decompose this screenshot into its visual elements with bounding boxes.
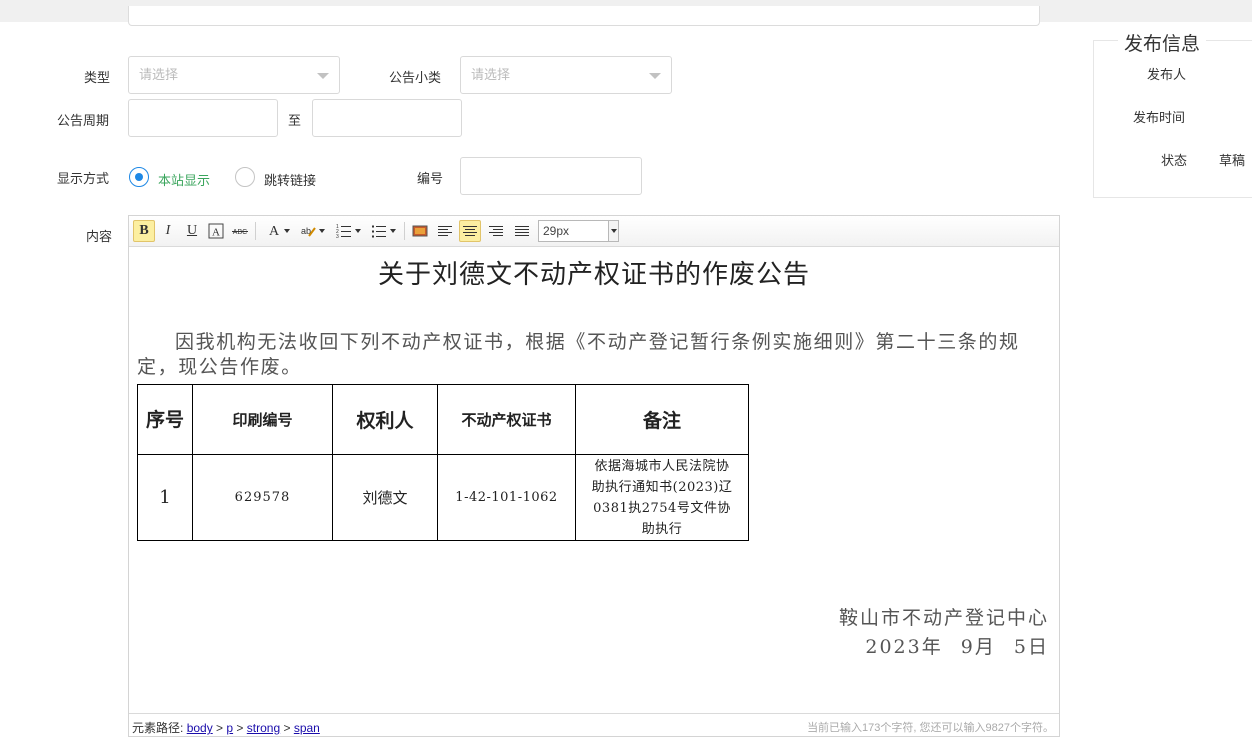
- font-size-select[interactable]: 29px: [538, 220, 619, 242]
- editor-statusbar: 元素路径: body > p > strong > span 当前已输入173个…: [129, 713, 1059, 736]
- chevron-down-icon: [317, 73, 329, 79]
- path-link-body[interactable]: body: [187, 721, 213, 735]
- toolbar-divider: [255, 222, 256, 240]
- cell-remark: 依据海城市人民法院协助执行通知书(2023)辽0381执2754号文件协助执行: [575, 454, 749, 541]
- signature-date: 2023年 9月 5日: [865, 636, 1049, 658]
- document-signature: 鞍山市不动产登记中心 2023年 9月 5日: [839, 604, 1049, 662]
- svg-text:A: A: [212, 227, 220, 239]
- font-color-button[interactable]: A: [262, 220, 294, 242]
- path-link-span[interactable]: span: [294, 721, 320, 735]
- radio-local-display-label[interactable]: 本站显示: [158, 170, 210, 189]
- certificate-table: 序号 印刷编号 权利人 不动产权证书 备注 1 629578 刘德文 1-42-…: [137, 384, 749, 541]
- document-title: 关于刘德文不动产权证书的作废公告: [377, 260, 810, 290]
- publish-time-label: 发布时间: [1133, 110, 1186, 125]
- align-right-icon: [489, 226, 503, 236]
- subtype-label: 公告小类: [389, 70, 442, 85]
- strikethrough-icon: ABC: [232, 229, 248, 236]
- editor-toolbar: B I U A ABC A ab 123 29px: [129, 216, 1059, 247]
- document-paragraph: 因我机构无法收回下列不动产权证书，根据《不动产登记暂行条例实施细则》第二十三条的…: [137, 331, 1020, 378]
- highlight-button[interactable]: ab: [296, 220, 328, 242]
- align-right-button[interactable]: [485, 220, 507, 242]
- align-left-button[interactable]: [434, 220, 456, 242]
- subtype-select-placeholder: 请选择: [471, 67, 511, 82]
- ordered-list-button[interactable]: 123: [332, 220, 364, 242]
- unordered-list-button[interactable]: [367, 220, 399, 242]
- publisher-label: 发布人: [1147, 67, 1187, 82]
- svg-text:ABC: ABC: [233, 229, 247, 236]
- image-icon: [412, 225, 428, 237]
- header-index: 序号: [137, 384, 193, 455]
- editor-content[interactable]: 关于刘德文不动产权证书的作废公告 因我机构无法收回下列不动产权证书，根据《不动产…: [129, 248, 1059, 713]
- cell-print-number: 629578: [192, 454, 333, 541]
- radio-redirect-link-label[interactable]: 跳转链接: [264, 170, 316, 189]
- svg-text:3: 3: [336, 234, 339, 239]
- underline-button[interactable]: U: [181, 220, 203, 242]
- chevron-down-icon: [649, 73, 661, 79]
- header-owner: 权利人: [332, 384, 438, 455]
- header-print-number: 印刷编号: [192, 384, 333, 455]
- cell-index: 1: [137, 454, 193, 541]
- radio-local-display[interactable]: [129, 167, 149, 187]
- strikethrough-button[interactable]: ABC: [229, 220, 251, 242]
- period-separator: 至: [288, 113, 302, 128]
- rich-text-editor[interactable]: B I U A ABC A ab 123 29px 关于刘德文不动产权证书的作废…: [128, 215, 1060, 737]
- cell-owner: 刘德文: [332, 454, 438, 541]
- font-border-button[interactable]: A: [205, 220, 227, 242]
- align-left-icon: [438, 226, 452, 236]
- align-center-button[interactable]: [459, 220, 481, 242]
- status-value: 草稿: [1219, 153, 1246, 168]
- highlight-icon: ab: [300, 226, 316, 237]
- svg-text:A: A: [268, 224, 279, 239]
- align-justify-icon: [515, 226, 529, 236]
- content-label: 内容: [86, 229, 113, 244]
- element-path: 元素路径: body > p > strong > span: [132, 721, 320, 735]
- unordered-list-icon: [371, 225, 386, 238]
- number-input[interactable]: [460, 157, 642, 195]
- type-select[interactable]: 请选择: [128, 56, 340, 94]
- cell-certificate: 1-42-101-1062: [437, 454, 576, 541]
- type-label: 类型: [84, 70, 111, 85]
- ordered-list-icon: 123: [336, 224, 351, 240]
- subtype-select[interactable]: 请选择: [460, 56, 672, 94]
- header-certificate: 不动产权证书: [437, 384, 576, 455]
- period-start-input[interactable]: [128, 99, 278, 137]
- table-header-row: 序号 印刷编号 权利人 不动产权证书 备注: [137, 384, 749, 455]
- insert-image-button[interactable]: [409, 220, 431, 242]
- signature-organization: 鞍山市不动产登记中心: [838, 607, 1049, 629]
- toolbar-divider: [404, 222, 405, 240]
- chevron-down-icon[interactable]: [608, 221, 618, 241]
- period-label: 公告周期: [57, 113, 110, 128]
- period-end-input[interactable]: [312, 99, 462, 137]
- header-remark: 备注: [575, 384, 749, 455]
- align-justify-button[interactable]: [511, 220, 533, 242]
- radio-redirect-link[interactable]: [235, 167, 255, 187]
- element-path-label: 元素路径:: [132, 721, 184, 735]
- table-row: 1 629578 刘德文 1-42-101-1062 依据海城市人民法院协助执行…: [137, 454, 749, 541]
- status-label: 状态: [1161, 153, 1188, 168]
- number-label: 编号: [417, 171, 444, 186]
- italic-button[interactable]: I: [157, 220, 179, 242]
- path-link-p[interactable]: p: [226, 721, 233, 735]
- align-center-icon: [463, 226, 477, 236]
- bold-button[interactable]: B: [133, 220, 155, 242]
- font-size-value: 29px: [543, 224, 570, 238]
- char-count: 当前已输入173个字符, 您还可以输入9827个字符。: [807, 722, 1054, 734]
- font-border-icon: A: [208, 223, 224, 239]
- font-color-icon: A: [268, 224, 279, 239]
- path-link-strong[interactable]: strong: [247, 721, 280, 735]
- publish-info-title: 发布信息: [1118, 29, 1207, 56]
- display-label: 显示方式: [57, 171, 110, 186]
- type-select-placeholder: 请选择: [139, 67, 179, 82]
- title-input[interactable]: [128, 6, 1040, 26]
